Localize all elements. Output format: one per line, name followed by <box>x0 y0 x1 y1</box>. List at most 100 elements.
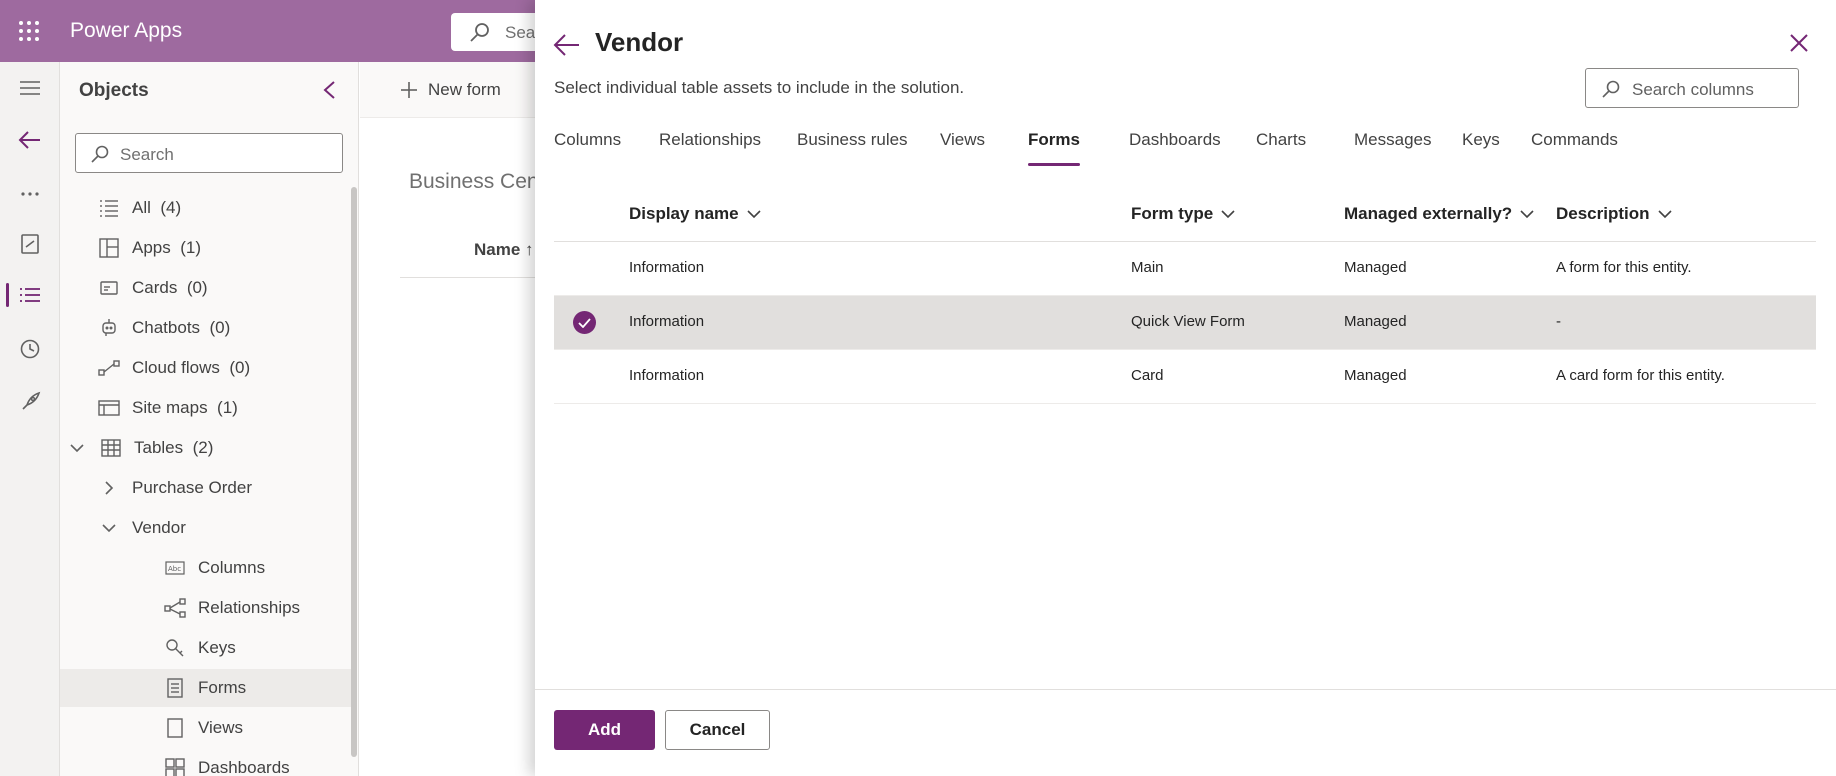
form-icon <box>164 677 186 699</box>
tree-item-label: Vendor <box>132 518 186 537</box>
view-icon <box>164 717 186 739</box>
tree-item-tables[interactable]: Tables (2) <box>66 429 356 467</box>
cell-form-type: Quick View Form <box>1131 313 1245 330</box>
apps-icon <box>98 237 120 259</box>
chevron-right-icon[interactable] <box>98 477 120 499</box>
tree-item-views[interactable]: Views <box>164 709 454 747</box>
chevron-down-icon[interactable] <box>98 517 120 539</box>
tree-item-label: Site maps <box>132 398 208 417</box>
tree-item-vendor[interactable]: Vendor <box>98 509 388 547</box>
cell-display-name: Information <box>629 313 705 330</box>
tree-item-label: Cards <box>132 278 178 297</box>
list-icon[interactable] <box>0 275 60 315</box>
tree-item-cards[interactable]: Cards (0) <box>98 269 388 307</box>
table-row[interactable]: Information Quick View Form Managed - <box>554 296 1816 350</box>
cell-managed: Managed <box>1344 367 1407 384</box>
tree-item-site-maps[interactable]: Site maps (1) <box>98 389 388 427</box>
objects-scrollbar[interactable] <box>351 187 357 757</box>
collapse-pane-icon[interactable] <box>322 80 336 100</box>
tree-item-apps[interactable]: Apps (1) <box>98 229 388 267</box>
chevron-down-icon <box>1657 210 1672 219</box>
cell-description: A card form for this entity. <box>1556 367 1725 384</box>
tab-commands[interactable]: Commands <box>1531 124 1618 168</box>
tab-relationships[interactable]: Relationships <box>659 124 761 168</box>
tab-views[interactable]: Views <box>940 124 985 168</box>
column-header-form-type[interactable]: Form type <box>1131 204 1235 224</box>
tree-item-chatbots[interactable]: Chatbots (0) <box>98 309 388 347</box>
table-row[interactable]: Information Card Managed A card form for… <box>554 350 1816 404</box>
table-row[interactable]: Information Main Managed A form for this… <box>554 242 1816 296</box>
cell-description: A form for this entity. <box>1556 259 1692 276</box>
tree-item-label: Apps <box>132 238 171 257</box>
tree-item-label: All <box>132 198 151 217</box>
sitemap-icon <box>98 397 120 419</box>
chevron-down-icon <box>1221 210 1235 219</box>
back-arrow-icon[interactable] <box>0 120 60 160</box>
column-header-label: Managed externally? <box>1344 204 1513 223</box>
column-header-managed-externally[interactable]: Managed externally? <box>1344 204 1534 224</box>
tree-item-cloud-flows[interactable]: Cloud flows (0) <box>98 349 388 387</box>
new-form-button[interactable]: New form <box>400 80 501 100</box>
tree-item-dashboards[interactable]: Dashboards <box>164 749 454 776</box>
tree-item-count: (0) <box>229 358 251 377</box>
tree-item-count: (2) <box>192 438 214 457</box>
app-launcher-icon[interactable] <box>18 20 40 42</box>
search-icon <box>91 145 109 163</box>
cell-display-name: Information <box>629 367 705 384</box>
tree-item-relationships[interactable]: Relationships <box>164 589 454 627</box>
app-title: Power Apps <box>70 19 183 42</box>
tree-item-forms[interactable]: Forms <box>60 669 351 707</box>
tab-keys[interactable]: Keys <box>1462 124 1500 168</box>
tree-item-count: (0) <box>186 278 208 297</box>
hamburger-icon[interactable] <box>0 68 60 108</box>
back-arrow-icon[interactable] <box>552 32 582 58</box>
background-column-header[interactable]: Name ↑ <box>474 240 534 260</box>
tab-messages[interactable]: Messages <box>1354 124 1431 168</box>
chevron-down-icon <box>1520 210 1534 219</box>
objects-search-input[interactable]: Search <box>75 133 343 173</box>
tab-columns[interactable]: Columns <box>554 124 621 168</box>
close-icon[interactable] <box>1788 32 1810 54</box>
rocket-icon[interactable] <box>0 382 60 422</box>
tree-item-label: Dashboards <box>198 758 290 776</box>
cell-description: - <box>1556 313 1561 330</box>
tree-item-label: Purchase Order <box>132 478 252 497</box>
column-header-label: Display name <box>629 204 739 223</box>
tab-business-rules[interactable]: Business rules <box>797 124 908 168</box>
dashboard-icon <box>164 757 186 776</box>
tab-charts[interactable]: Charts <box>1256 124 1306 168</box>
tree-item-all[interactable]: All (4) <box>98 189 388 227</box>
tree-item-columns[interactable]: Abc Columns <box>164 549 454 587</box>
search-icon <box>470 23 489 42</box>
svg-text:Abc: Abc <box>168 565 181 573</box>
history-icon[interactable] <box>0 329 60 369</box>
chevron-down-icon[interactable] <box>66 437 88 459</box>
column-header-description[interactable]: Description <box>1556 204 1672 224</box>
checkmark-icon <box>578 317 591 328</box>
search-columns-input[interactable]: Search columns <box>1585 68 1799 108</box>
add-assets-panel: Vendor Select individual table assets to… <box>535 0 1836 776</box>
tree-item-label: Views <box>198 718 244 737</box>
objects-search-placeholder: Search <box>120 145 174 164</box>
tab-dashboards[interactable]: Dashboards <box>1129 124 1221 168</box>
column-header-label: Description <box>1556 204 1650 223</box>
add-button[interactable]: Add <box>554 710 655 750</box>
columns-icon: Abc <box>164 557 186 579</box>
cancel-button[interactable]: Cancel <box>665 710 770 750</box>
tree-item-keys[interactable]: Keys <box>164 629 454 667</box>
row-checkbox[interactable] <box>573 311 596 334</box>
tree-item-count: (4) <box>160 198 182 217</box>
tab-forms[interactable]: Forms <box>1028 124 1080 168</box>
cell-display-name: Information <box>629 259 705 276</box>
tree-item-purchase-order[interactable]: Purchase Order <box>98 469 388 507</box>
global-search-placeholder: Sea <box>505 23 536 42</box>
tree-item-label: Relationships <box>198 598 301 617</box>
column-header-display-name[interactable]: Display name <box>629 204 761 224</box>
more-icon[interactable] <box>0 174 60 214</box>
grid-header: Display name Form type Managed externall… <box>554 190 1816 242</box>
divider <box>400 277 540 278</box>
book-icon[interactable] <box>0 224 60 264</box>
cell-managed: Managed <box>1344 313 1407 330</box>
tree-item-label: Forms <box>198 678 247 697</box>
plus-icon <box>401 82 417 98</box>
